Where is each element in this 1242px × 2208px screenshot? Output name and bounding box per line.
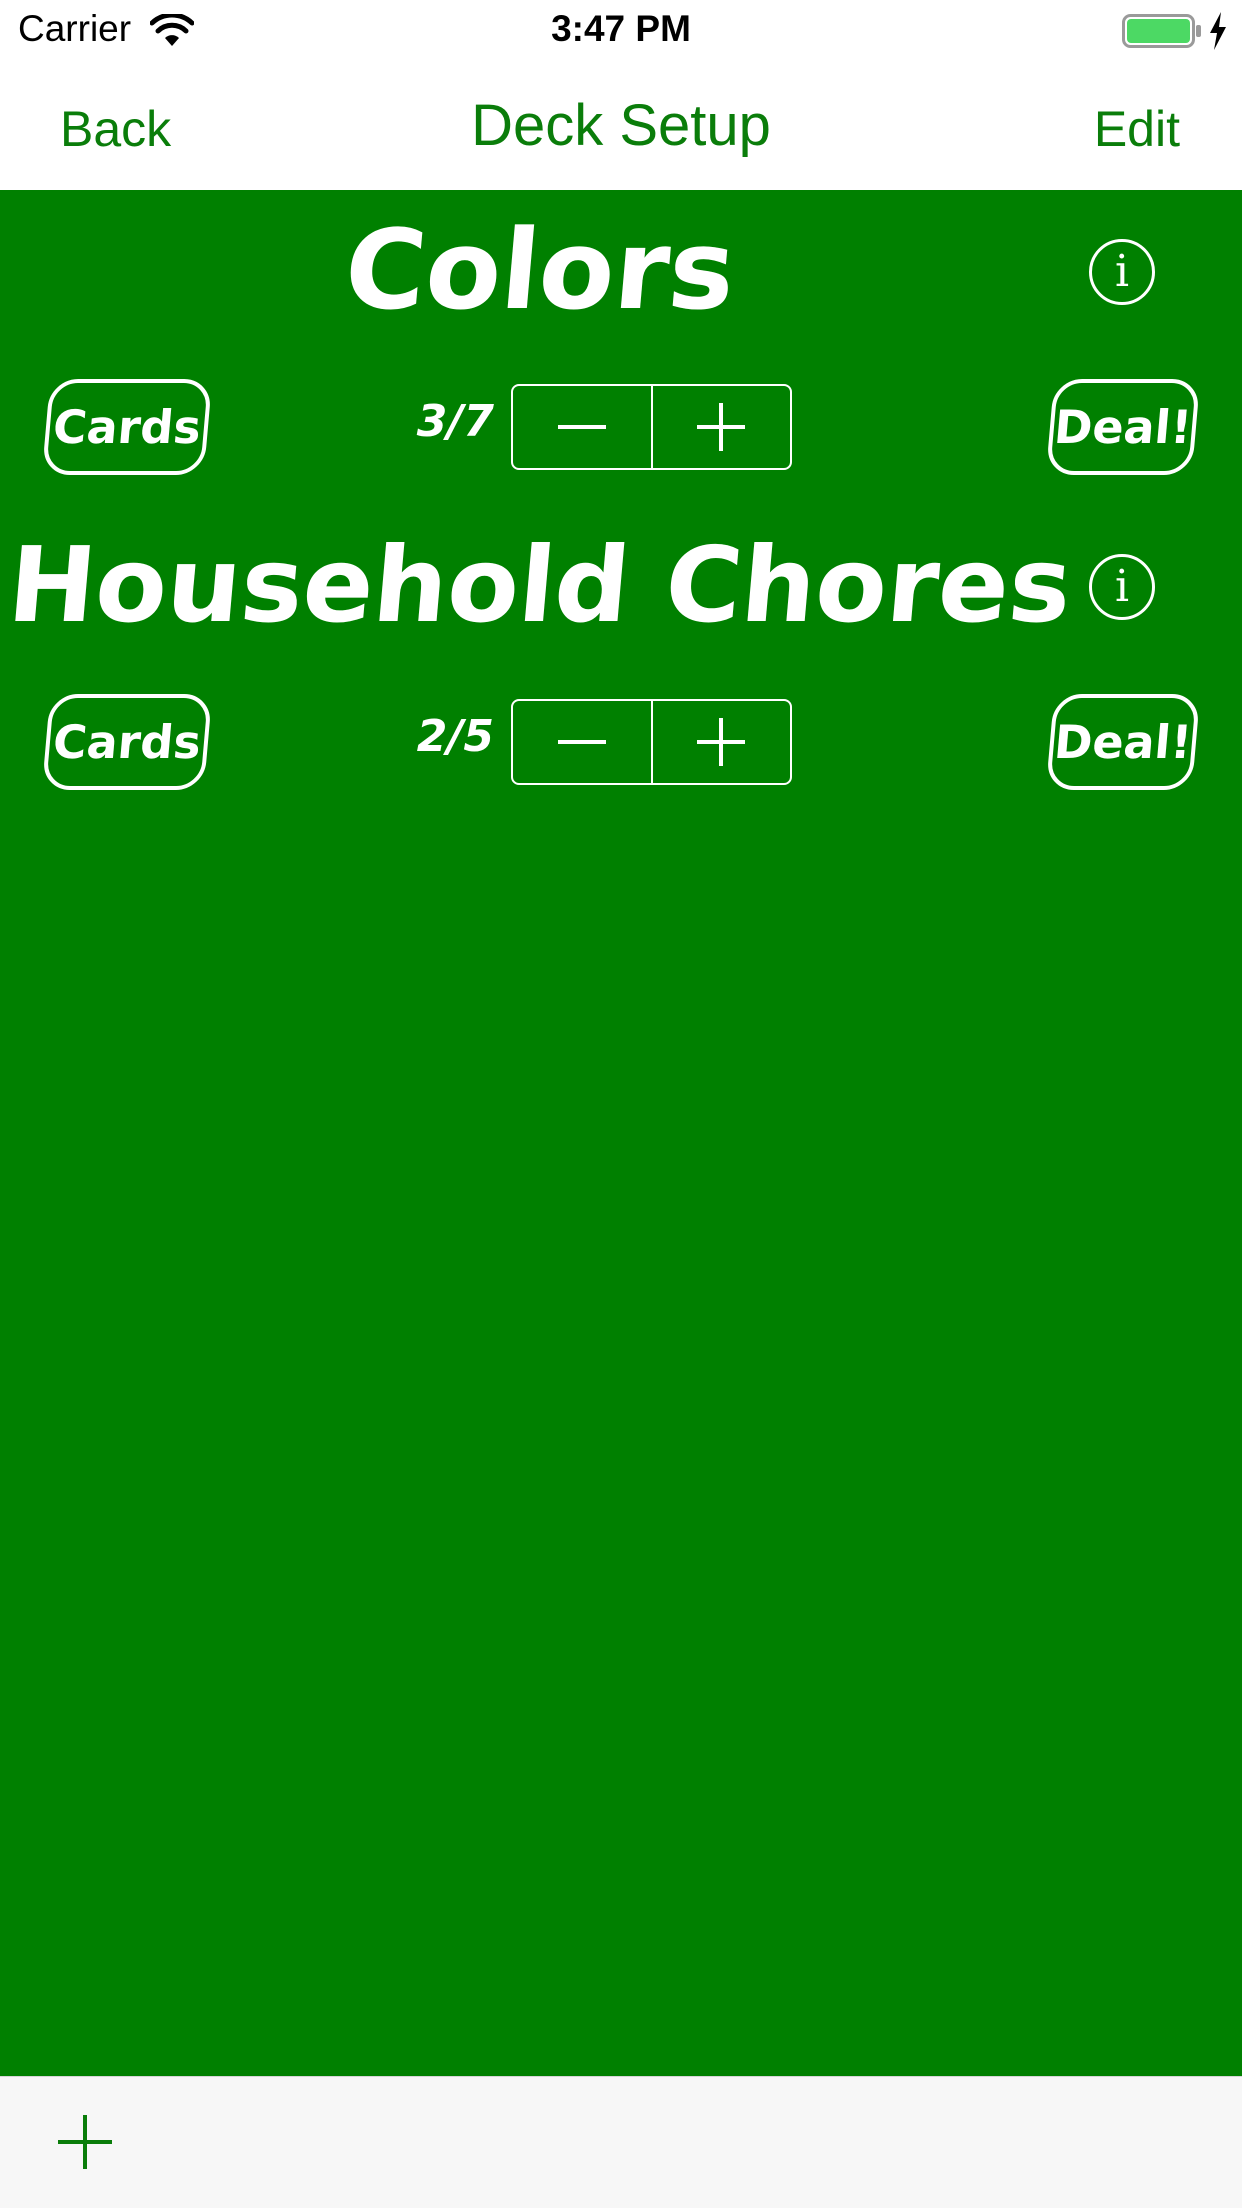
deck-title: Colors <box>339 206 741 334</box>
deck-count: 2/5 <box>416 711 494 762</box>
plus-icon <box>697 718 746 766</box>
bottom-toolbar <box>0 2076 1242 2208</box>
page-title: Deck Setup <box>471 93 771 158</box>
deal-button[interactable]: Deal! <box>1045 694 1201 790</box>
increment-button[interactable] <box>653 701 791 783</box>
battery-icon <box>1122 14 1201 48</box>
decrement-button[interactable] <box>513 701 653 783</box>
charging-bolt-icon <box>1210 12 1226 50</box>
add-icon[interactable] <box>58 2115 112 2169</box>
decrement-button[interactable] <box>513 386 653 468</box>
status-bar: Carrier 3:47 PM <box>0 0 1242 62</box>
deck-title: Household Chores <box>3 524 1077 646</box>
edit-button[interactable]: Edit <box>1094 100 1180 158</box>
status-time: 3:47 PM <box>551 8 691 49</box>
plus-icon <box>697 403 746 451</box>
minus-icon <box>557 740 606 744</box>
deck-count: 3/7 <box>416 396 494 447</box>
info-icon[interactable]: i <box>1089 239 1155 305</box>
cards-button[interactable]: Cards <box>41 694 213 790</box>
quantity-stepper <box>511 699 792 785</box>
quantity-stepper <box>511 384 792 470</box>
deck-list: Colors i Cards 3/7 Deal! Household Chore… <box>0 190 1242 2076</box>
info-icon[interactable]: i <box>1089 554 1155 620</box>
cards-button[interactable]: Cards <box>41 379 213 475</box>
deal-button[interactable]: Deal! <box>1045 379 1201 475</box>
minus-icon <box>557 425 606 429</box>
increment-button[interactable] <box>653 386 791 468</box>
navigation-bar: Back Deck Setup Edit <box>0 62 1242 190</box>
